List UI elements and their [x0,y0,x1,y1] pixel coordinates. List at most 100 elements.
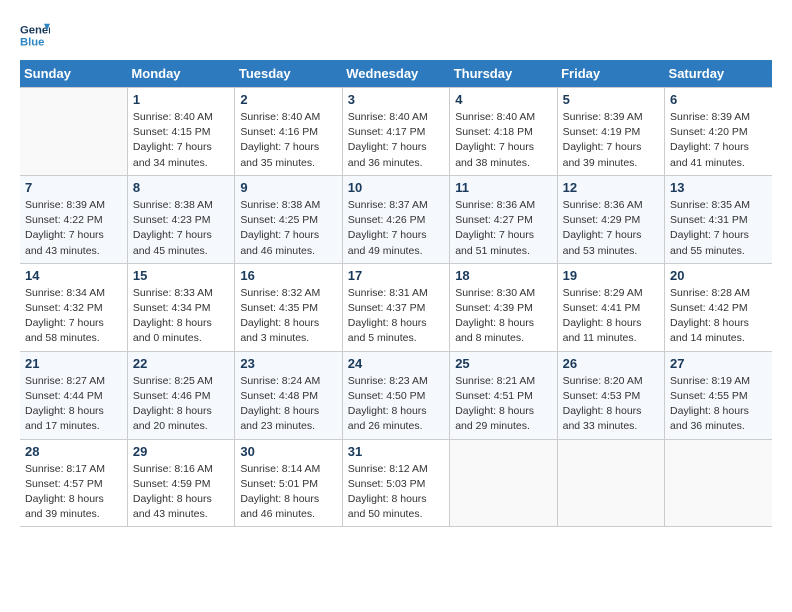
calendar-cell: 5 Sunrise: 8:39 AMSunset: 4:19 PMDaylight… [557,88,664,176]
weekday-monday: Monday [127,60,234,88]
day-number: 8 [133,180,229,195]
day-number: 4 [455,92,551,107]
day-info: Sunrise: 8:30 AMSunset: 4:39 PMDaylight:… [455,286,551,347]
day-number: 29 [133,444,229,459]
day-number: 12 [563,180,659,195]
weekday-header-row: SundayMondayTuesdayWednesdayThursdayFrid… [20,60,772,88]
day-info: Sunrise: 8:25 AMSunset: 4:46 PMDaylight:… [133,374,229,435]
calendar-cell: 10 Sunrise: 8:37 AMSunset: 4:26 PMDayligh… [342,175,449,263]
day-info: Sunrise: 8:14 AMSunset: 5:01 PMDaylight:… [240,462,336,523]
day-number: 10 [348,180,444,195]
calendar-cell: 31 Sunrise: 8:12 AMSunset: 5:03 PMDayligh… [342,439,449,527]
day-number: 15 [133,268,229,283]
day-info: Sunrise: 8:12 AMSunset: 5:03 PMDaylight:… [348,462,444,523]
calendar-cell: 4Sunrise: 8:40 AMSunset: 4:18 PMDaylight… [450,88,557,176]
day-info: Sunrise: 8:40 AMSunset: 4:16 PMDaylight:… [240,110,336,171]
calendar-cell: 15 Sunrise: 8:33 AMSunset: 4:34 PMDayligh… [127,263,234,351]
calendar-cell: 2 Sunrise: 8:40 AMSunset: 4:16 PMDaylight… [235,88,342,176]
calendar-week-2: 14 Sunrise: 8:34 AMSunset: 4:32 PMDayligh… [20,263,772,351]
day-info: Sunrise: 8:33 AMSunset: 4:34 PMDaylight:… [133,286,229,347]
calendar-cell: 22 Sunrise: 8:25 AMSunset: 4:46 PMDayligh… [127,351,234,439]
calendar-cell: 13 Sunrise: 8:35 AMSunset: 4:31 PMDayligh… [665,175,772,263]
day-info: Sunrise: 8:38 AMSunset: 4:25 PMDaylight:… [240,198,336,259]
day-info: Sunrise: 8:24 AMSunset: 4:48 PMDaylight:… [240,374,336,435]
calendar-body: 1 Sunrise: 8:40 AMSunset: 4:15 PMDaylight… [20,88,772,527]
calendar-cell: 17Sunrise: 8:31 AMSunset: 4:37 PMDayligh… [342,263,449,351]
day-number: 20 [670,268,767,283]
calendar-cell: 19 Sunrise: 8:29 AMSunset: 4:41 PMDayligh… [557,263,664,351]
weekday-thursday: Thursday [450,60,557,88]
calendar-cell: 26 Sunrise: 8:20 AMSunset: 4:53 PMDayligh… [557,351,664,439]
day-number: 28 [25,444,122,459]
day-info: Sunrise: 8:28 AMSunset: 4:42 PMDaylight:… [670,286,767,347]
calendar-cell: 20 Sunrise: 8:28 AMSunset: 4:42 PMDayligh… [665,263,772,351]
day-info: Sunrise: 8:39 AMSunset: 4:20 PMDaylight:… [670,110,767,171]
calendar-cell: 3 Sunrise: 8:40 AMSunset: 4:17 PMDaylight… [342,88,449,176]
day-info: Sunrise: 8:40 AMSunset: 4:17 PMDaylight:… [348,110,444,171]
calendar-cell: 18 Sunrise: 8:30 AMSunset: 4:39 PMDayligh… [450,263,557,351]
day-number: 1 [133,92,229,107]
calendar-week-1: 7 Sunrise: 8:39 AMSunset: 4:22 PMDaylight… [20,175,772,263]
calendar-cell: 7 Sunrise: 8:39 AMSunset: 4:22 PMDaylight… [20,175,127,263]
calendar-cell: 28Sunrise: 8:17 AMSunset: 4:57 PMDayligh… [20,439,127,527]
day-number: 31 [348,444,444,459]
weekday-saturday: Saturday [665,60,772,88]
day-number: 3 [348,92,444,107]
calendar-cell: 23 Sunrise: 8:24 AMSunset: 4:48 PMDayligh… [235,351,342,439]
day-number: 17 [348,268,444,283]
calendar-week-3: 21 Sunrise: 8:27 AMSunset: 4:44 PMDayligh… [20,351,772,439]
day-info: Sunrise: 8:39 AMSunset: 4:19 PMDaylight:… [563,110,659,171]
day-info: Sunrise: 8:27 AMSunset: 4:44 PMDaylight:… [25,374,122,435]
calendar-cell: 27 Sunrise: 8:19 AMSunset: 4:55 PMDayligh… [665,351,772,439]
day-number: 26 [563,356,659,371]
calendar-cell [20,88,127,176]
calendar-week-0: 1 Sunrise: 8:40 AMSunset: 4:15 PMDaylight… [20,88,772,176]
day-info: Sunrise: 8:34 AMSunset: 4:32 PMDaylight:… [25,286,122,347]
day-info: Sunrise: 8:40 AMSunset: 4:15 PMDaylight:… [133,110,229,171]
day-number: 9 [240,180,336,195]
weekday-sunday: Sunday [20,60,127,88]
day-info: Sunrise: 8:29 AMSunset: 4:41 PMDaylight:… [563,286,659,347]
day-info: Sunrise: 8:37 AMSunset: 4:26 PMDaylight:… [348,198,444,259]
day-info: Sunrise: 8:19 AMSunset: 4:55 PMDaylight:… [670,374,767,435]
calendar-table: SundayMondayTuesdayWednesdayThursdayFrid… [20,60,772,527]
day-number: 19 [563,268,659,283]
day-info: Sunrise: 8:36 AMSunset: 4:29 PMDaylight:… [563,198,659,259]
logo-icon: General Blue [20,20,50,50]
day-number: 13 [670,180,767,195]
calendar-cell: 6Sunrise: 8:39 AMSunset: 4:20 PMDaylight… [665,88,772,176]
day-number: 25 [455,356,551,371]
page-header: General Blue [20,20,772,50]
calendar-cell: 16 Sunrise: 8:32 AMSunset: 4:35 PMDayligh… [235,263,342,351]
day-info: Sunrise: 8:32 AMSunset: 4:35 PMDaylight:… [240,286,336,347]
day-number: 7 [25,180,122,195]
day-number: 22 [133,356,229,371]
calendar-cell: 25Sunrise: 8:21 AMSunset: 4:51 PMDayligh… [450,351,557,439]
svg-text:Blue: Blue [20,37,44,49]
day-info: Sunrise: 8:36 AMSunset: 4:27 PMDaylight:… [455,198,551,259]
day-number: 24 [348,356,444,371]
day-number: 21 [25,356,122,371]
calendar-cell: 8Sunrise: 8:38 AMSunset: 4:23 PMDaylight… [127,175,234,263]
day-number: 2 [240,92,336,107]
day-info: Sunrise: 8:23 AMSunset: 4:50 PMDaylight:… [348,374,444,435]
day-number: 16 [240,268,336,283]
day-number: 23 [240,356,336,371]
day-info: Sunrise: 8:39 AMSunset: 4:22 PMDaylight:… [25,198,122,259]
logo: General Blue [20,20,50,50]
day-number: 11 [455,180,551,195]
calendar-cell: 12 Sunrise: 8:36 AMSunset: 4:29 PMDayligh… [557,175,664,263]
day-number: 27 [670,356,767,371]
day-info: Sunrise: 8:20 AMSunset: 4:53 PMDaylight:… [563,374,659,435]
calendar-cell [450,439,557,527]
calendar-cell: 1 Sunrise: 8:40 AMSunset: 4:15 PMDaylight… [127,88,234,176]
day-number: 14 [25,268,122,283]
calendar-cell: 30Sunrise: 8:14 AMSunset: 5:01 PMDayligh… [235,439,342,527]
day-info: Sunrise: 8:16 AMSunset: 4:59 PMDaylight:… [133,462,229,523]
day-info: Sunrise: 8:35 AMSunset: 4:31 PMDaylight:… [670,198,767,259]
day-number: 18 [455,268,551,283]
calendar-cell: 14 Sunrise: 8:34 AMSunset: 4:32 PMDayligh… [20,263,127,351]
day-number: 5 [563,92,659,107]
calendar-cell [665,439,772,527]
calendar-cell: 24 Sunrise: 8:23 AMSunset: 4:50 PMDayligh… [342,351,449,439]
